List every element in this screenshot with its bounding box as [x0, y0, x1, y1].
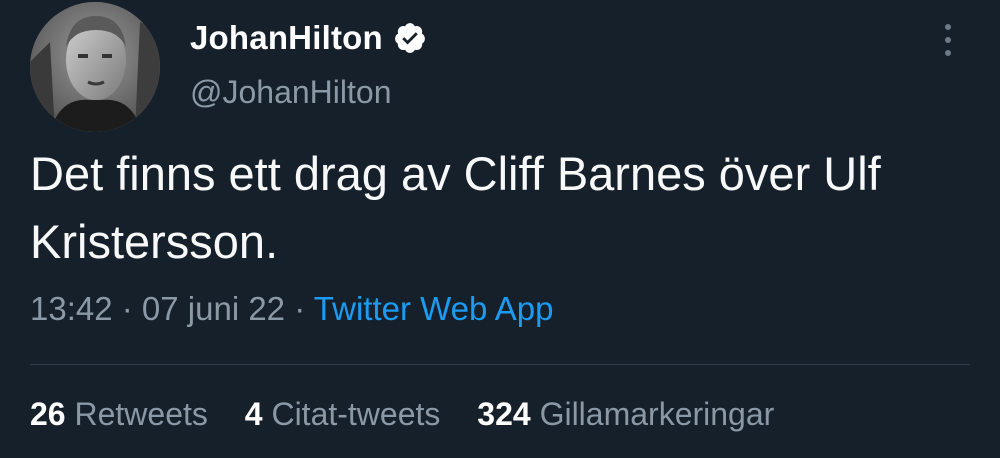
meta-separator: ·: [112, 290, 142, 327]
retweets-label: Retweets: [65, 396, 208, 432]
avatar[interactable]: [30, 2, 160, 132]
retweets-count: 26: [30, 396, 66, 432]
quotes-count: 4: [244, 396, 263, 432]
name-row: JohanHilton: [190, 14, 427, 62]
tweet-time[interactable]: 13:42: [30, 290, 113, 327]
tweet-card: JohanHilton @JohanHilton Det finns ett d…: [0, 0, 1000, 458]
tweet-meta: 13:42 · 07 juni 22 · Twitter Web App: [30, 290, 553, 328]
likes-count: 324: [477, 396, 531, 432]
quotes-label: Citat-tweets: [262, 396, 441, 432]
retweets-stat[interactable]: 26 Retweets: [30, 396, 208, 432]
dot: [945, 37, 951, 43]
dot: [945, 50, 951, 56]
likes-label: Gillamarkeringar: [530, 396, 775, 432]
source-app-link[interactable]: Twitter Web App: [314, 290, 554, 327]
tweet-text: Det finns ett drag av Cliff Barnes över …: [30, 147, 881, 268]
dot: [945, 24, 951, 30]
user-handle[interactable]: @JohanHilton: [190, 74, 391, 111]
likes-stat[interactable]: 324 Gillamarkeringar: [477, 396, 774, 432]
verified-badge-icon: [393, 21, 427, 55]
divider: [30, 364, 970, 365]
quotes-stat[interactable]: 4 Citat-tweets: [245, 396, 441, 432]
tweet-date[interactable]: 07 juni 22: [142, 290, 285, 327]
display-name[interactable]: JohanHilton: [190, 19, 383, 57]
profile-photo-icon: [30, 2, 160, 132]
more-options-icon[interactable]: [933, 20, 963, 60]
meta-separator: ·: [285, 290, 314, 327]
engagement-stats: 26 Retweets 4 Citat-tweets 324 Gillamark…: [30, 396, 802, 433]
